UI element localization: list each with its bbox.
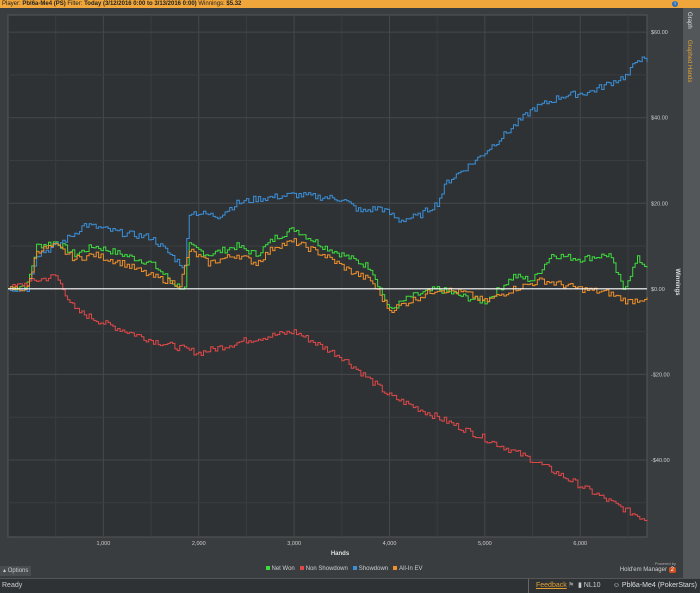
y-tick-label: $0.00 bbox=[651, 287, 665, 293]
legend-item[interactable]: Showdown bbox=[348, 566, 388, 572]
winnings-label: Winnings: bbox=[198, 1, 225, 7]
tab-graphed-hands[interactable]: Graphed Hands bbox=[686, 40, 692, 82]
y-axis-label: Winnings bbox=[674, 269, 680, 297]
sidebar: Graph Graphed Hands bbox=[683, 8, 700, 578]
y-tick-label: $60.00 bbox=[651, 30, 668, 36]
x-tick-label: 3,000 bbox=[287, 541, 301, 547]
status-text: Ready bbox=[2, 582, 23, 589]
account-indicator[interactable]: ☺ Pbl6a-Me4 (PokerStars) bbox=[613, 579, 697, 593]
info-icon[interactable]: i bbox=[672, 1, 678, 7]
player-name: Pbl6a-Me4 (PS) bbox=[22, 1, 66, 7]
y-tick-label: -$40.00 bbox=[651, 458, 670, 464]
winnings-value: $5.32 bbox=[226, 1, 242, 7]
filter-label: Filter: bbox=[67, 1, 83, 7]
y-tick-label: $40.00 bbox=[651, 116, 668, 122]
legend-label: All-In EV bbox=[399, 566, 423, 572]
player-label: Player: bbox=[2, 1, 21, 7]
filter-value: Today (3/12/2016 0:00 to 3/13/2016 0:00) bbox=[84, 1, 197, 7]
legend-swatch bbox=[352, 566, 357, 570]
brand-name: Hold'em Manager bbox=[619, 567, 667, 573]
flag-icon: ⚑ bbox=[568, 582, 575, 589]
legend-item[interactable]: Non Showdown bbox=[295, 566, 348, 572]
legend-swatch bbox=[299, 566, 304, 570]
account-text: Pbl6a-Me4 (PokerStars) bbox=[621, 582, 697, 589]
x-tick-label: 1,000 bbox=[96, 541, 110, 547]
hem-logo: Powered by Hold'em Manager 2 bbox=[620, 560, 676, 574]
x-tick-label: 5,000 bbox=[478, 541, 492, 547]
status-bar: Ready Feedback ⚑ ▮ NL10 ☺ Pbl6a-Me4 (Pok… bbox=[0, 578, 700, 593]
limit-text: NL10 bbox=[583, 582, 601, 589]
legend-label: Showdown bbox=[358, 566, 389, 572]
x-axis-label: Hands bbox=[331, 551, 350, 557]
limit-indicator[interactable]: ▮ NL10 bbox=[578, 579, 601, 593]
tab-graph[interactable]: Graph bbox=[686, 12, 692, 29]
y-tick-label: -$20.00 bbox=[651, 372, 670, 378]
powered-by: Powered by bbox=[654, 561, 676, 566]
x-tick-label: 4,000 bbox=[383, 541, 397, 547]
legend-swatch bbox=[265, 566, 270, 570]
feedback-link[interactable]: Feedback bbox=[536, 579, 567, 593]
brand-version: 2 bbox=[668, 567, 676, 573]
legend-label: Net Won bbox=[271, 566, 295, 572]
y-tick-label: $20.00 bbox=[651, 201, 668, 207]
legend-label: Non Showdown bbox=[305, 566, 348, 572]
x-tick-label: 2,000 bbox=[192, 541, 206, 547]
filter-bar: Player: Pbl6a-Me4 (PS) Filter: Today (3/… bbox=[0, 0, 700, 8]
x-tick-label: 6,000 bbox=[573, 541, 587, 547]
winnings-chart: 1,000 2,000 3,000 4,000 5,000 6,000 $60.00 $40.… bbox=[7, 14, 680, 557]
legend: Net Won Non Showdown Showdown All-In EV bbox=[0, 566, 683, 572]
legend-item[interactable]: All-In EV bbox=[388, 566, 422, 572]
legend-swatch bbox=[393, 566, 398, 570]
legend-item[interactable]: Net Won bbox=[261, 566, 295, 572]
